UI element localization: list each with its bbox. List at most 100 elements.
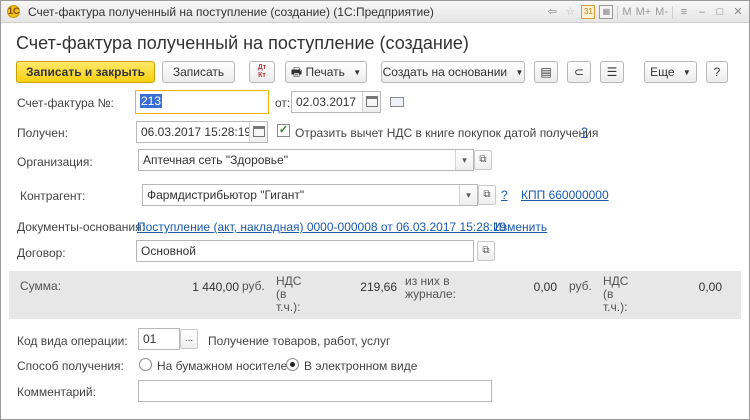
calculator-icon[interactable]: ▦ (599, 5, 614, 19)
operation-code-input[interactable]: 01 (138, 328, 180, 350)
vat2-label-line3: т.ч.): (603, 300, 628, 314)
counterparty-input[interactable]: Фармдистрибьютор "Гигант" ▾ (142, 184, 478, 206)
calendar-icon (252, 126, 265, 137)
organization-input[interactable]: Аптечная сеть "Здоровье" ▾ (138, 149, 474, 171)
vat-deduction-label: Отразить вычет НДС в книге покупок датой… (295, 126, 599, 140)
title-bar: 1С Счет-фактура полученный на поступлени… (1, 1, 749, 23)
method-paper-radio[interactable] (139, 358, 152, 371)
help-question-link[interactable]: ? (581, 125, 588, 139)
invoice-date-value: 02.03.2017 (296, 95, 357, 109)
help-button[interactable]: ? (706, 61, 728, 83)
contract-open-button[interactable]: ⧉ (477, 241, 495, 261)
app-window: 1С Счет-фактура полученный на поступлени… (0, 0, 750, 420)
invoice-number-label: Счет-фактура №: (17, 96, 114, 110)
paperclip-icon: ⊂ (573, 65, 585, 79)
received-label: Получен: (17, 126, 68, 140)
sum-currency: руб. (242, 279, 265, 293)
list-icon: ☰ (606, 65, 618, 79)
page-title: Счет-фактура полученный на поступление (… (16, 33, 469, 53)
calendar-picker-button[interactable] (249, 122, 267, 142)
invoice-date-input[interactable]: 02.03.2017 (291, 91, 381, 113)
document-icon: ▤ (540, 65, 552, 79)
journal-value: 0,00 (533, 280, 557, 294)
organization-open-button[interactable]: ⧉ (474, 150, 492, 170)
1c-logo-icon: 1С (7, 5, 20, 18)
open-window-icon: ⧉ (479, 154, 487, 165)
counterparty-help-link[interactable]: ? (501, 188, 508, 202)
memory-m-button[interactable]: M (622, 6, 631, 18)
open-window-icon: ⧉ (482, 245, 490, 256)
method-electronic-radio[interactable] (286, 358, 299, 371)
dt-kt-icon: Дт Кт (257, 64, 267, 79)
organization-label: Организация: (17, 155, 93, 169)
open-window-icon: ⧉ (483, 189, 491, 200)
more-label: Еще (650, 65, 675, 79)
list-button[interactable]: ☰ (600, 61, 624, 83)
chevron-down-icon: ▾ (466, 190, 471, 200)
operation-code-value: 01 (143, 332, 157, 346)
sum-label: Сумма: (20, 279, 62, 293)
attach-button[interactable]: ⊂ (567, 61, 591, 83)
create-based-label: Создать на основании (382, 65, 508, 79)
print-button[interactable]: 🖶 Печать ▼ (285, 61, 367, 83)
sum-value: 1 440,00 (192, 280, 239, 294)
totals-panel: Сумма: 1 440,00 руб. НДС (в т.ч.): 219,6… (9, 271, 741, 319)
chevron-down-icon: ▼ (515, 68, 524, 77)
divider (617, 5, 619, 19)
operation-code-label: Код вида операции: (17, 334, 128, 348)
window-title: Счет-фактура полученный на поступление (… (28, 5, 434, 19)
save-button[interactable]: Записать (162, 61, 235, 83)
invoice-number-value: 213 (140, 94, 163, 108)
basis-document-link[interactable]: Поступление (акт, накладная) 0000-000008… (137, 220, 506, 234)
counterparty-open-button[interactable]: ⧉ (478, 185, 496, 205)
date-from-label: от: (275, 96, 291, 110)
message-icon[interactable] (390, 97, 404, 107)
basis-documents-label: Документы-основания: (17, 220, 145, 234)
change-basis-link[interactable]: Изменить (493, 220, 547, 234)
favorites-star-icon[interactable]: ☆ (563, 5, 577, 19)
more-button[interactable]: Еще ▼ (644, 61, 697, 83)
organization-value: Аптечная сеть "Здоровье" (143, 153, 288, 167)
method-electronic-label: В электронном виде (304, 359, 418, 373)
maximize-icon[interactable]: □ (713, 5, 727, 19)
comment-input[interactable] (138, 380, 492, 402)
vat-value: 219,66 (360, 280, 397, 294)
contract-value: Основной (141, 244, 197, 258)
received-datetime-value: 06.03.2017 15:28:19 (141, 125, 252, 139)
comment-label: Комментарий: (17, 385, 96, 399)
journal-label-line2: журнале: (405, 287, 457, 301)
print-label: Печать (305, 65, 345, 79)
chevron-down-icon: ▾ (462, 155, 467, 165)
operation-code-description: Получение товаров, работ, услуг (208, 334, 391, 348)
counterparty-label: Контрагент: (20, 189, 86, 203)
memory-minus-button[interactable]: M- (655, 6, 668, 18)
menu-icon[interactable]: ≡ (677, 5, 691, 19)
contract-input[interactable]: Основной (136, 240, 474, 262)
calendar-icon (365, 96, 378, 107)
minimize-icon[interactable]: – (695, 5, 709, 19)
close-icon[interactable]: ✕ (731, 5, 745, 19)
operation-code-select-button[interactable]: ... (180, 329, 198, 349)
received-datetime-input[interactable]: 06.03.2017 15:28:19 (136, 121, 268, 143)
calendar-icon[interactable]: 31 (581, 5, 596, 19)
journal-currency: руб. (569, 279, 592, 293)
receiving-method-label: Способ получения: (17, 359, 124, 373)
counterparty-dropdown-button[interactable]: ▾ (459, 185, 477, 205)
invoice-number-input[interactable]: 213 (135, 90, 269, 114)
vat2-value: 0,00 (698, 280, 722, 294)
dt-kt-button[interactable]: Дт Кт (249, 61, 275, 83)
back-arrow-icon[interactable]: ⇦ (545, 5, 559, 19)
kpp-link[interactable]: КПП 660000000 (521, 188, 609, 202)
divider (672, 5, 673, 19)
memory-plus-button[interactable]: M+ (636, 6, 652, 18)
organization-dropdown-button[interactable]: ▾ (455, 150, 473, 170)
save-and-close-button[interactable]: Записать и закрыть (16, 61, 155, 83)
create-based-on-button[interactable]: Создать на основании ▼ (381, 61, 525, 83)
calendar-picker-button[interactable] (362, 92, 380, 112)
chevron-down-icon: ▼ (353, 68, 362, 77)
printer-icon: 🖶 (290, 65, 303, 79)
contract-label: Договор: (17, 246, 66, 260)
title-bar-tools: ⇦ ☆ 31 ▦ M M+ M- ≡ – □ ✕ (545, 4, 745, 20)
vat-deduction-checkbox[interactable]: ✓ (277, 124, 290, 137)
document-button[interactable]: ▤ (534, 61, 558, 83)
